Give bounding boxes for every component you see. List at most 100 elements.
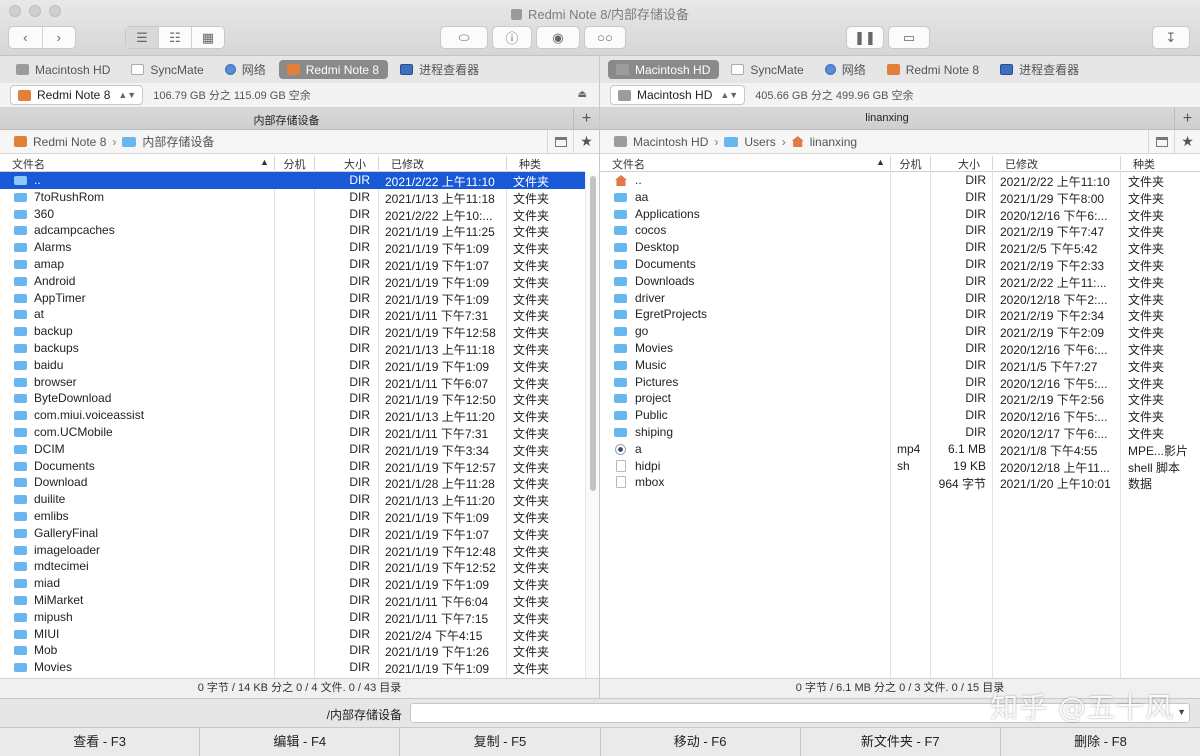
column-ext[interactable]: 分机 <box>274 156 314 171</box>
favorite-button[interactable]: ★ <box>573 130 599 153</box>
table-row[interactable]: MIUI DIR 2021/2/4 下午4:15 文件夹 <box>0 626 585 643</box>
table-row[interactable]: Download DIR 2021/1/28 上午11:28 文件夹 <box>0 474 585 491</box>
breadcrumb-item[interactable]: linanxing <box>791 135 857 149</box>
table-row[interactable]: MiMarket DIR 2021/1/11 下午6:04 文件夹 <box>0 592 585 609</box>
table-row[interactable]: cocos DIR 2021/2/19 下午7:47 文件夹 <box>600 222 1200 239</box>
function-key-button[interactable]: 查看 - F3 <box>0 728 199 756</box>
table-row[interactable]: mipush DIR 2021/1/11 下午7:15 文件夹 <box>0 609 585 626</box>
device-tab[interactable]: Redmi Note 8 <box>879 60 988 79</box>
column-date[interactable]: 已修改 <box>378 156 506 171</box>
column-size[interactable]: 大小 <box>930 156 992 171</box>
table-row[interactable]: Alarms DIR 2021/1/19 下午1:09 文件夹 <box>0 239 585 256</box>
table-row[interactable]: a mp4 6.1 MB 2021/1/8 下午4:55 MPE...影片 <box>600 441 1200 458</box>
search-button[interactable]: ○○ <box>584 26 626 49</box>
table-row[interactable]: emlibs DIR 2021/1/19 下午1:09 文件夹 <box>0 508 585 525</box>
table-row[interactable]: Android DIR 2021/1/19 下午1:09 文件夹 <box>0 273 585 290</box>
table-row[interactable]: 7toRushRom DIR 2021/1/13 上午11:18 文件夹 <box>0 189 585 206</box>
detail-view-button[interactable]: ☷ <box>158 27 191 48</box>
device-tab[interactable]: 进程查看器 <box>992 60 1088 79</box>
scrollbar-thumb[interactable] <box>590 176 596 491</box>
download-button[interactable]: ↧ <box>1152 26 1190 49</box>
table-row[interactable]: driver DIR 2020/12/18 下午2:... 文件夹 <box>600 290 1200 307</box>
column-date[interactable]: 已修改 <box>992 156 1120 171</box>
panel-tab-label[interactable]: linanxing <box>600 112 1174 124</box>
column-kind[interactable]: 种类 <box>506 156 586 171</box>
table-row[interactable]: DCIM DIR 2021/1/19 下午3:34 文件夹 <box>0 441 585 458</box>
device-tab[interactable]: 网络 <box>817 60 875 79</box>
table-row[interactable]: .. DIR 2021/2/22 上午11:10 文件夹 <box>600 172 1200 189</box>
breadcrumb-item[interactable]: Redmi Note 8 <box>14 135 106 149</box>
table-row[interactable]: 360 DIR 2021/2/22 上午10:... 文件夹 <box>0 206 585 223</box>
column-name[interactable]: 文件名 <box>612 156 645 171</box>
table-row[interactable]: EgretProjects DIR 2021/2/19 下午2:34 文件夹 <box>600 306 1200 323</box>
icon-view-button[interactable]: ▦ <box>191 27 224 48</box>
function-key-button[interactable]: 删除 - F8 <box>999 728 1200 756</box>
chevron-down-icon[interactable]: ▼ <box>1177 707 1186 717</box>
column-name[interactable]: 文件名 <box>12 156 45 171</box>
table-row[interactable]: .. DIR 2021/2/22 上午11:10 文件夹 <box>0 172 585 189</box>
table-row[interactable]: duilite DIR 2021/1/13 上午11:20 文件夹 <box>0 491 585 508</box>
panel-tab-label[interactable]: 内部存储设备 <box>0 112 573 128</box>
table-row[interactable]: project DIR 2021/2/19 下午2:56 文件夹 <box>600 390 1200 407</box>
device-tab[interactable]: 进程查看器 <box>392 60 488 79</box>
device-tab[interactable]: 网络 <box>217 60 275 79</box>
eject-icon[interactable]: ⏏ <box>578 89 587 100</box>
function-key-button[interactable]: 新文件夹 - F7 <box>799 728 1000 756</box>
table-row[interactable]: miad DIR 2021/1/19 下午1:09 文件夹 <box>0 575 585 592</box>
layout-button[interactable] <box>547 130 573 153</box>
command-input[interactable] <box>410 703 1190 723</box>
table-row[interactable]: baidu DIR 2021/1/19 下午1:09 文件夹 <box>0 357 585 374</box>
info-button[interactable]: ⓘ <box>492 26 532 49</box>
function-key-button[interactable]: 编辑 - F4 <box>199 728 399 756</box>
table-row[interactable]: hidpi sh 19 KB 2020/12/18 上午11... shell 脚本 <box>600 458 1200 475</box>
table-row[interactable]: amap DIR 2021/1/19 下午1:07 文件夹 <box>0 256 585 273</box>
column-size[interactable]: 大小 <box>314 156 378 171</box>
toggle-hidden-button[interactable]: ⬭ <box>440 26 488 49</box>
table-row[interactable]: adcampcaches DIR 2021/1/19 上午11:25 文件夹 <box>0 222 585 239</box>
layout-button[interactable] <box>1148 130 1174 153</box>
table-row[interactable]: mbox 964 字节 2021/1/20 上午10:01 数据 <box>600 474 1200 491</box>
table-row[interactable]: Public DIR 2020/12/16 下午5:... 文件夹 <box>600 407 1200 424</box>
add-tab-button[interactable]: + <box>573 108 599 129</box>
table-row[interactable]: browser DIR 2021/1/11 下午6:07 文件夹 <box>0 374 585 391</box>
table-row[interactable]: Movies DIR 2020/12/16 下午6:... 文件夹 <box>600 340 1200 357</box>
function-key-button[interactable]: 移动 - F6 <box>599 728 800 756</box>
function-key-button[interactable]: 复制 - F5 <box>399 728 599 756</box>
column-ext[interactable]: 分机 <box>890 156 930 171</box>
table-row[interactable]: imageloader DIR 2021/1/19 下午12:48 文件夹 <box>0 542 585 559</box>
table-row[interactable]: com.miui.voiceassist DIR 2021/1/13 上午11:20… <box>0 407 585 424</box>
table-row[interactable]: Applications DIR 2020/12/16 下午6:... 文件夹 <box>600 206 1200 223</box>
table-row[interactable]: Downloads DIR 2021/2/22 上午11:... 文件夹 <box>600 273 1200 290</box>
list-view-button[interactable]: ☰ <box>126 27 158 48</box>
scrollbar[interactable] <box>585 172 599 678</box>
breadcrumb-item[interactable]: 内部存储设备 <box>122 133 214 150</box>
table-row[interactable]: Documents DIR 2021/1/19 下午12:57 文件夹 <box>0 458 585 475</box>
device-tab[interactable]: Macintosh HD <box>8 60 119 79</box>
back-button[interactable]: ‹ <box>9 27 42 48</box>
column-kind[interactable]: 种类 <box>1120 156 1200 171</box>
breadcrumb-item[interactable]: Macintosh HD <box>614 135 708 149</box>
device-tab[interactable]: SyncMate <box>723 60 812 79</box>
terminal-button[interactable]: ▭ <box>888 26 930 49</box>
forward-button[interactable]: › <box>41 27 76 48</box>
breadcrumb-item[interactable]: Users <box>724 135 776 149</box>
table-row[interactable]: shiping DIR 2020/12/17 下午6:... 文件夹 <box>600 424 1200 441</box>
table-row[interactable]: backups DIR 2021/1/13 上午11:18 文件夹 <box>0 340 585 357</box>
device-tab[interactable]: Redmi Note 8 <box>278 60 389 79</box>
table-row[interactable]: at DIR 2021/1/11 下午7:31 文件夹 <box>0 306 585 323</box>
favorite-button[interactable]: ★ <box>1174 130 1200 153</box>
table-row[interactable]: Movies DIR 2021/1/19 下午1:09 文件夹 <box>0 659 585 676</box>
table-row[interactable]: com.UCMobile DIR 2021/1/11 下午7:31 文件夹 <box>0 424 585 441</box>
table-row[interactable]: backup DIR 2021/1/19 下午12:58 文件夹 <box>0 323 585 340</box>
device-tab[interactable]: Macintosh HD <box>608 60 720 79</box>
table-row[interactable]: Documents DIR 2021/2/19 下午2:33 文件夹 <box>600 256 1200 273</box>
quick-look-button[interactable]: ◉ <box>536 26 580 49</box>
table-row[interactable]: aa DIR 2021/1/29 下午8:00 文件夹 <box>600 189 1200 206</box>
table-row[interactable]: Mob DIR 2021/1/19 下午1:26 文件夹 <box>0 642 585 659</box>
split-view-button[interactable]: ❚❚ <box>846 26 884 49</box>
table-row[interactable]: ByteDownload DIR 2021/1/19 下午12:50 文件夹 <box>0 390 585 407</box>
table-row[interactable]: mdtecimei DIR 2021/1/19 下午12:52 文件夹 <box>0 558 585 575</box>
table-row[interactable]: Music DIR 2021/1/5 下午7:27 文件夹 <box>600 357 1200 374</box>
table-row[interactable]: go DIR 2021/2/19 下午2:09 文件夹 <box>600 323 1200 340</box>
table-row[interactable]: Desktop DIR 2021/2/5 下午5:42 文件夹 <box>600 239 1200 256</box>
